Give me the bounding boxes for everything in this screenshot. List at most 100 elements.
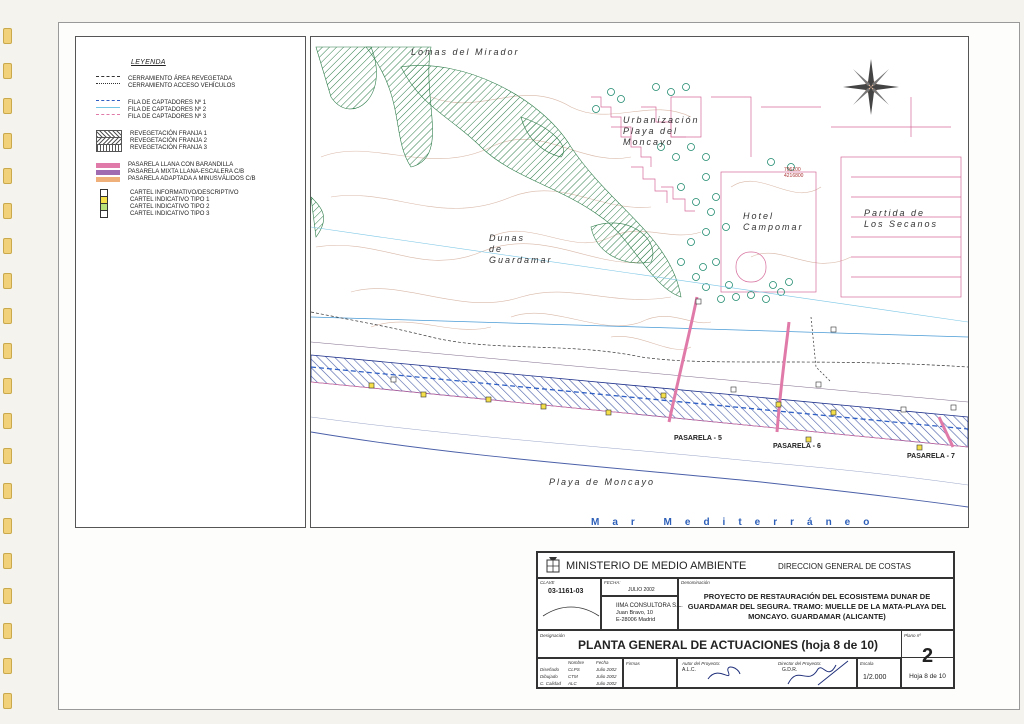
legend-panel: LEYENDA CERRAMIENTO ÁREA REVEGETADA CERRA… bbox=[75, 36, 306, 528]
pasarela-7-label: PASARELA - 7 bbox=[907, 453, 955, 460]
legend-symbol-icon bbox=[100, 210, 108, 218]
legend-label: PASARELA ADAPTADA A MINUSVÁLIDOS C/B bbox=[128, 176, 256, 182]
direccion-name: DIRECCION GENERAL DE COSTAS bbox=[778, 562, 911, 571]
label-urbanizacion: Urbanización Playa del Moncayo bbox=[623, 115, 700, 147]
tree-icon bbox=[717, 295, 725, 303]
consultora-street: Juan Bravo, 10 bbox=[616, 610, 653, 616]
legend-symbol-icon bbox=[96, 162, 120, 168]
tree-icon bbox=[667, 88, 675, 96]
binder-ring bbox=[3, 238, 12, 254]
tree-icon bbox=[707, 208, 715, 216]
binder-ring bbox=[3, 623, 12, 639]
consultora-cell: IIMA CONSULTORA S.L. Juan Bravo, 10 E-28… bbox=[601, 596, 683, 630]
tree-icon bbox=[702, 173, 710, 181]
sign-icon bbox=[660, 392, 667, 399]
denominacion-cell: Denominación PROYECTO DE RESTAURACIÓN DE… bbox=[678, 578, 954, 630]
binder-ring bbox=[3, 63, 12, 79]
label-lomas: Lomas del Mirador bbox=[411, 47, 520, 57]
designacion-caption: Designación bbox=[540, 633, 565, 638]
tree-icon bbox=[677, 258, 685, 266]
legend-item: PASARELA ADAPTADA A MINUSVÁLIDOS C/B bbox=[96, 175, 256, 183]
tabla-header: Nombre bbox=[568, 660, 585, 665]
binder-ring bbox=[3, 483, 12, 499]
coordinate-label: 706100 4216800 bbox=[784, 167, 804, 179]
legend-item: REVEGETACIÓN FRANJA 3 bbox=[96, 144, 207, 152]
legend-title: LEYENDA bbox=[131, 59, 166, 66]
consultora-logo bbox=[542, 606, 600, 617]
binder-ring bbox=[3, 133, 12, 149]
binder-ring bbox=[3, 378, 12, 394]
binder-ring bbox=[3, 28, 12, 44]
tree-icon bbox=[712, 193, 720, 201]
tabla-cell: Julio 2002 bbox=[596, 681, 617, 686]
sign-icon bbox=[368, 382, 375, 389]
tree-icon bbox=[699, 263, 707, 271]
legend-label: REVEGETACIÓN FRANJA 3 bbox=[130, 145, 207, 151]
tabla-cell: CTM bbox=[568, 674, 578, 679]
escala-caption: Escala bbox=[860, 661, 874, 666]
sign-icon bbox=[830, 326, 837, 333]
captador-row-2 bbox=[311, 316, 968, 338]
tree-icon bbox=[687, 238, 695, 246]
sign-icon bbox=[605, 409, 612, 416]
tabla-cell: Dibujado bbox=[540, 674, 558, 679]
legend-label: FILA DE CAPTADORES Nº 3 bbox=[128, 114, 207, 120]
label-playa: Playa de Moncayo bbox=[549, 477, 656, 487]
binder-ring bbox=[3, 658, 12, 674]
clave-caption: CLAVE bbox=[540, 580, 555, 585]
tabla-cell: Diseñado bbox=[540, 667, 560, 672]
revegetation-zone bbox=[315, 46, 377, 110]
map-panel: Lomas del Mirador Urbanización Playa del M… bbox=[310, 36, 969, 528]
sign-icon bbox=[730, 386, 737, 393]
legend-label: CARTEL INDICATIVO TIPO 3 bbox=[130, 211, 210, 217]
tabla-cell: Nombre Fecha Diseñado CLPS Julio 2002 Dibujad… bbox=[537, 658, 623, 688]
compass-rose-icon bbox=[843, 59, 899, 115]
binder-ring bbox=[3, 588, 12, 604]
tree-icon bbox=[702, 153, 710, 161]
label-dunas: Dunas de Guardamar bbox=[489, 233, 553, 265]
tree-icon bbox=[747, 291, 755, 299]
tree-icon bbox=[607, 88, 615, 96]
tree-icon bbox=[722, 223, 730, 231]
legend-symbol-icon bbox=[96, 113, 120, 121]
pasarela-5-label: PASARELA - 5 bbox=[674, 435, 722, 442]
sign-icon bbox=[540, 403, 547, 410]
tabla-cell: Julio 2002 bbox=[596, 674, 617, 679]
legend-symbol-icon bbox=[96, 169, 120, 175]
binder-ring bbox=[3, 343, 12, 359]
tabla-cell: C. Calidad bbox=[540, 681, 562, 686]
captador-row-1 bbox=[311, 366, 968, 430]
firmas-caption: Firmas bbox=[626, 661, 640, 666]
map-drawing bbox=[311, 46, 968, 508]
tabla-cell: Julio 2002 bbox=[596, 667, 617, 672]
proyecto-title: PROYECTO DE RESTAURACIÓN DEL ECOSISTEMA … bbox=[687, 592, 947, 621]
sign-icon bbox=[390, 376, 397, 383]
sign-icon bbox=[950, 404, 957, 411]
legend-symbol-icon bbox=[96, 144, 122, 152]
title-block: MINISTERIO DE MEDIO AMBIENTE DIRECCION G… bbox=[536, 551, 955, 689]
binder-ring bbox=[3, 273, 12, 289]
fecha-cell: FECHA: JULIO 2002 bbox=[601, 578, 678, 596]
denominacion-caption: Denominación bbox=[681, 580, 710, 585]
designacion-cell: Designación PLANTA GENERAL DE ACTUACIONE… bbox=[537, 630, 954, 658]
revegetation-band bbox=[311, 354, 968, 448]
legend-symbol-icon bbox=[96, 176, 120, 182]
binder-ring bbox=[3, 413, 12, 429]
fecha-caption: FECHA: bbox=[604, 580, 621, 585]
tree-icon bbox=[702, 228, 710, 236]
tree-icon bbox=[769, 281, 777, 289]
sign-icon bbox=[695, 298, 702, 305]
plano-number-cell: Plano nº 2 Hoja 8 de 10 bbox=[901, 630, 954, 688]
tree-icon bbox=[617, 95, 625, 103]
legend-item: CERRAMIENTO ACCESO VEHÍCULOS bbox=[96, 82, 235, 90]
consultora-city: E-28006 Madrid bbox=[616, 617, 656, 623]
binder-ring bbox=[3, 308, 12, 324]
sign-icon bbox=[485, 396, 492, 403]
revegetation-zone bbox=[311, 196, 324, 238]
sign-icon bbox=[775, 401, 782, 408]
ministerio-name: MINISTERIO DE MEDIO AMBIENTE bbox=[566, 560, 747, 572]
label-mar: Mar Mediterráneo bbox=[591, 517, 883, 528]
tree-icon bbox=[677, 183, 685, 191]
fecha-value: JULIO 2002 bbox=[628, 587, 655, 593]
legend-item: CARTEL INDICATIVO TIPO 3 bbox=[96, 210, 209, 218]
